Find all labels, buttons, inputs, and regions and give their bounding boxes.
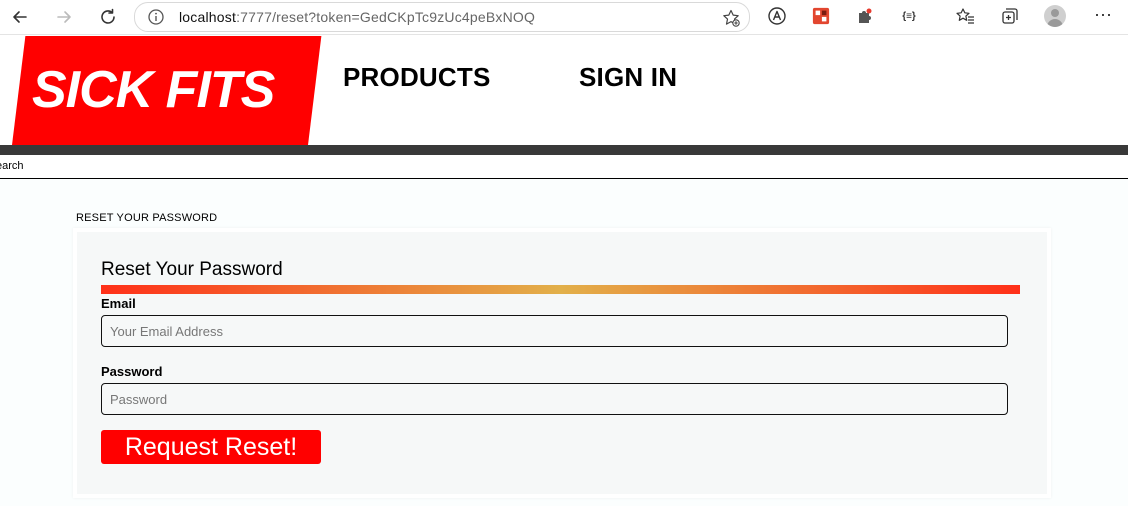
nav-products[interactable]: PRODUCTS bbox=[343, 62, 491, 93]
read-aloud-icon[interactable] bbox=[767, 6, 787, 26]
logo[interactable]: SICK FITS bbox=[32, 60, 275, 120]
nav-sign-in[interactable]: SIGN IN bbox=[579, 62, 677, 93]
header-divider bbox=[0, 145, 1128, 155]
password-label: Password bbox=[101, 364, 163, 379]
collections-icon[interactable] bbox=[1000, 6, 1020, 26]
reload-icon[interactable] bbox=[94, 4, 122, 30]
forward-icon[interactable] bbox=[50, 4, 78, 30]
search-label[interactable]: earch bbox=[0, 160, 24, 172]
email-placeholder: Your Email Address bbox=[110, 324, 223, 339]
favorites-icon[interactable] bbox=[955, 6, 975, 26]
form-title: Reset Your Password bbox=[101, 259, 283, 280]
password-placeholder: Password bbox=[110, 392, 168, 407]
profile-icon[interactable] bbox=[1044, 5, 1066, 27]
page-title: RESET YOUR PASSWORD bbox=[76, 212, 218, 224]
form-accent-bar bbox=[101, 285, 1020, 294]
browser-toolbar: localhost:7777/reset?token=GedCKpTc9zUc4… bbox=[0, 0, 1128, 35]
request-reset-button[interactable]: Request Reset! bbox=[101, 430, 321, 464]
email-label: Email bbox=[101, 296, 136, 311]
address-bar[interactable]: localhost:7777/reset?token=GedCKpTc9zUc4… bbox=[134, 2, 750, 32]
extension-icon[interactable] bbox=[811, 6, 831, 26]
password-field[interactable]: Password bbox=[101, 383, 1008, 415]
add-favorite-icon[interactable] bbox=[721, 8, 741, 28]
more-icon[interactable]: ⋯ bbox=[1094, 6, 1112, 24]
email-field[interactable]: Your Email Address bbox=[101, 315, 1008, 347]
json-icon[interactable]: {≡} bbox=[899, 6, 919, 26]
back-icon[interactable] bbox=[6, 4, 34, 30]
puzzle-icon[interactable] bbox=[855, 6, 875, 26]
url-text: localhost:7777/reset?token=GedCKpTc9zUc4… bbox=[179, 9, 536, 25]
info-icon[interactable] bbox=[147, 8, 165, 26]
